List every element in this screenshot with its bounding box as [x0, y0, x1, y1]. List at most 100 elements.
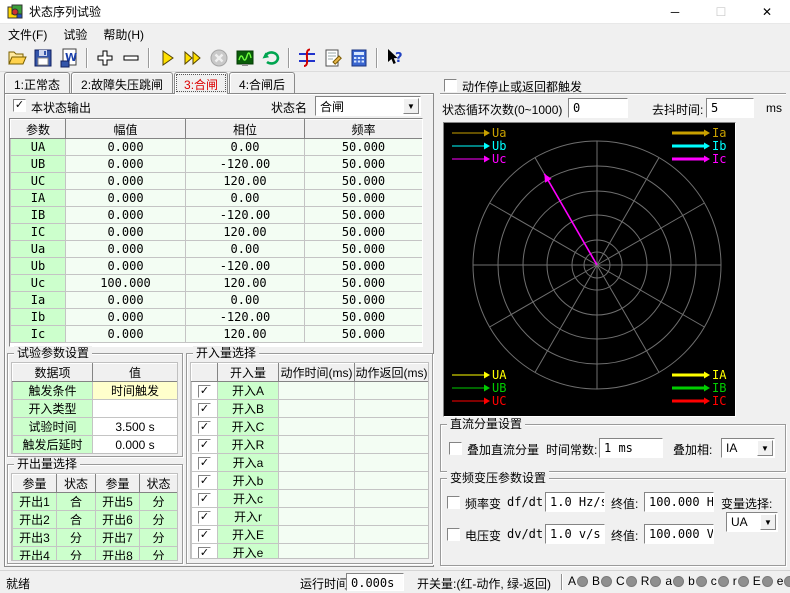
run-button[interactable] — [154, 46, 180, 70]
export-word-button[interactable]: W — [56, 46, 82, 70]
undo-button[interactable] — [258, 46, 284, 70]
report-button[interactable] — [320, 46, 346, 70]
menu-item-1[interactable]: 试验 — [55, 24, 95, 45]
input-enable-cell[interactable] — [192, 418, 218, 436]
phase-cell[interactable]: -120.00 — [186, 207, 305, 224]
input-checkbox[interactable] — [198, 457, 211, 470]
remove-state-button[interactable] — [118, 46, 144, 70]
input-checkbox[interactable] — [198, 403, 211, 416]
minimize-button[interactable]: ─ — [652, 0, 698, 24]
phase-cell[interactable]: 120.00 — [186, 173, 305, 190]
amplitude-cell[interactable]: 0.000 — [66, 326, 186, 343]
frequency-cell[interactable]: 50.000 — [305, 292, 423, 309]
phase-cell[interactable]: 0.00 — [186, 241, 305, 258]
value-cell[interactable]: 时间触发 — [93, 382, 178, 400]
amplitude-cell[interactable]: 100.000 — [66, 275, 186, 292]
amplitude-cell[interactable]: 0.000 — [66, 207, 186, 224]
input-checkbox[interactable] — [198, 385, 211, 398]
tab-4[interactable]: 4:合闸后 — [229, 72, 295, 93]
maximize-button[interactable]: ☐ — [698, 0, 744, 24]
waveform-button[interactable] — [294, 46, 320, 70]
chevron-down-icon[interactable]: ▼ — [403, 98, 419, 114]
frequency-cell[interactable]: 50.000 — [305, 258, 423, 275]
state-cell[interactable]: 分 — [57, 529, 96, 547]
open-file-button[interactable] — [4, 46, 30, 70]
state-cell[interactable]: 分 — [140, 529, 178, 547]
amplitude-cell[interactable]: 0.000 — [66, 224, 186, 241]
add-state-button[interactable] — [92, 46, 118, 70]
debounce-input[interactable]: 5 — [706, 98, 754, 118]
amplitude-cell[interactable]: 0.000 — [66, 139, 186, 156]
volt-final-input[interactable]: 100.000 V — [644, 524, 714, 544]
phase-cell[interactable]: 0.00 — [186, 139, 305, 156]
frequency-cell[interactable]: 50.000 — [305, 207, 423, 224]
display-button[interactable] — [232, 46, 258, 70]
phase-cell[interactable]: 0.00 — [186, 292, 305, 309]
input-enable-cell[interactable] — [192, 382, 218, 400]
phase-cell[interactable]: 120.00 — [186, 275, 305, 292]
input-checkbox[interactable] — [198, 475, 211, 488]
stop-button[interactable] — [206, 46, 232, 70]
close-button[interactable]: ✕ — [744, 0, 790, 24]
amplitude-cell[interactable]: 0.000 — [66, 156, 186, 173]
run-continuous-button[interactable] — [180, 46, 206, 70]
volt-rate-input[interactable]: 1.0 v/s — [545, 524, 605, 544]
input-checkbox[interactable] — [198, 529, 211, 542]
input-enable-cell[interactable] — [192, 454, 218, 472]
phase-cell[interactable]: 120.00 — [186, 326, 305, 343]
phase-cell[interactable]: 0.00 — [186, 190, 305, 207]
help-button[interactable]: ? — [382, 46, 408, 70]
value-cell[interactable]: 0.000 s — [93, 436, 178, 454]
dc-phase-select[interactable]: IA ▼ — [721, 438, 775, 458]
menu-item-0[interactable]: 文件(F) — [0, 24, 55, 45]
input-checkbox[interactable] — [198, 439, 211, 452]
stop-trigger-checkbox[interactable] — [444, 79, 457, 92]
state-cell[interactable]: 合 — [57, 511, 96, 529]
volt-var-checkbox[interactable] — [447, 528, 460, 541]
frequency-cell[interactable]: 50.000 — [305, 241, 423, 258]
frequency-cell[interactable]: 50.000 — [305, 156, 423, 173]
state-cell[interactable]: 分 — [140, 493, 178, 511]
amplitude-cell[interactable]: 0.000 — [66, 309, 186, 326]
chevron-down-icon[interactable]: ▼ — [757, 440, 773, 456]
input-enable-cell[interactable] — [192, 490, 218, 508]
phase-cell[interactable]: -120.00 — [186, 258, 305, 275]
frequency-cell[interactable]: 50.000 — [305, 309, 423, 326]
phase-cell[interactable]: 120.00 — [186, 224, 305, 241]
state-cell[interactable]: 分 — [140, 547, 178, 562]
tab-3[interactable]: 3:合闸 — [174, 72, 228, 94]
phase-cell[interactable]: -120.00 — [186, 309, 305, 326]
loop-count-input[interactable]: 0 — [568, 98, 628, 118]
save-button[interactable] — [30, 46, 56, 70]
frequency-cell[interactable]: 50.000 — [305, 173, 423, 190]
state-cell[interactable]: 合 — [57, 493, 96, 511]
dc-superimpose-checkbox[interactable] — [449, 442, 462, 455]
input-enable-cell[interactable] — [192, 472, 218, 490]
input-enable-cell[interactable] — [192, 508, 218, 526]
freq-var-checkbox[interactable] — [447, 496, 460, 509]
frequency-cell[interactable]: 50.000 — [305, 326, 423, 343]
frequency-cell[interactable]: 50.000 — [305, 190, 423, 207]
frequency-cell[interactable]: 50.000 — [305, 275, 423, 292]
input-checkbox[interactable] — [198, 493, 211, 506]
phase-cell[interactable]: -120.00 — [186, 156, 305, 173]
input-checkbox[interactable] — [198, 547, 211, 559]
chevron-down-icon[interactable]: ▼ — [760, 514, 776, 530]
input-checkbox[interactable] — [198, 421, 211, 434]
amplitude-cell[interactable]: 0.000 — [66, 292, 186, 309]
amplitude-cell[interactable]: 0.000 — [66, 258, 186, 275]
menu-item-2[interactable]: 帮助(H) — [95, 24, 152, 45]
calculator-button[interactable] — [346, 46, 372, 70]
input-enable-cell[interactable] — [192, 436, 218, 454]
dc-time-constant-input[interactable]: 1 ms — [599, 438, 663, 458]
frequency-cell[interactable]: 50.000 — [305, 139, 423, 156]
tab-1[interactable]: 1:正常态 — [4, 72, 70, 93]
input-enable-cell[interactable] — [192, 544, 218, 560]
amplitude-cell[interactable]: 0.000 — [66, 241, 186, 258]
variable-select[interactable]: UA ▼ — [726, 512, 778, 532]
state-cell[interactable]: 分 — [140, 511, 178, 529]
value-cell[interactable] — [93, 400, 178, 418]
frequency-cell[interactable]: 50.000 — [305, 224, 423, 241]
input-checkbox[interactable] — [198, 511, 211, 524]
state-name-select[interactable]: 合闸 ▼ — [315, 96, 421, 116]
